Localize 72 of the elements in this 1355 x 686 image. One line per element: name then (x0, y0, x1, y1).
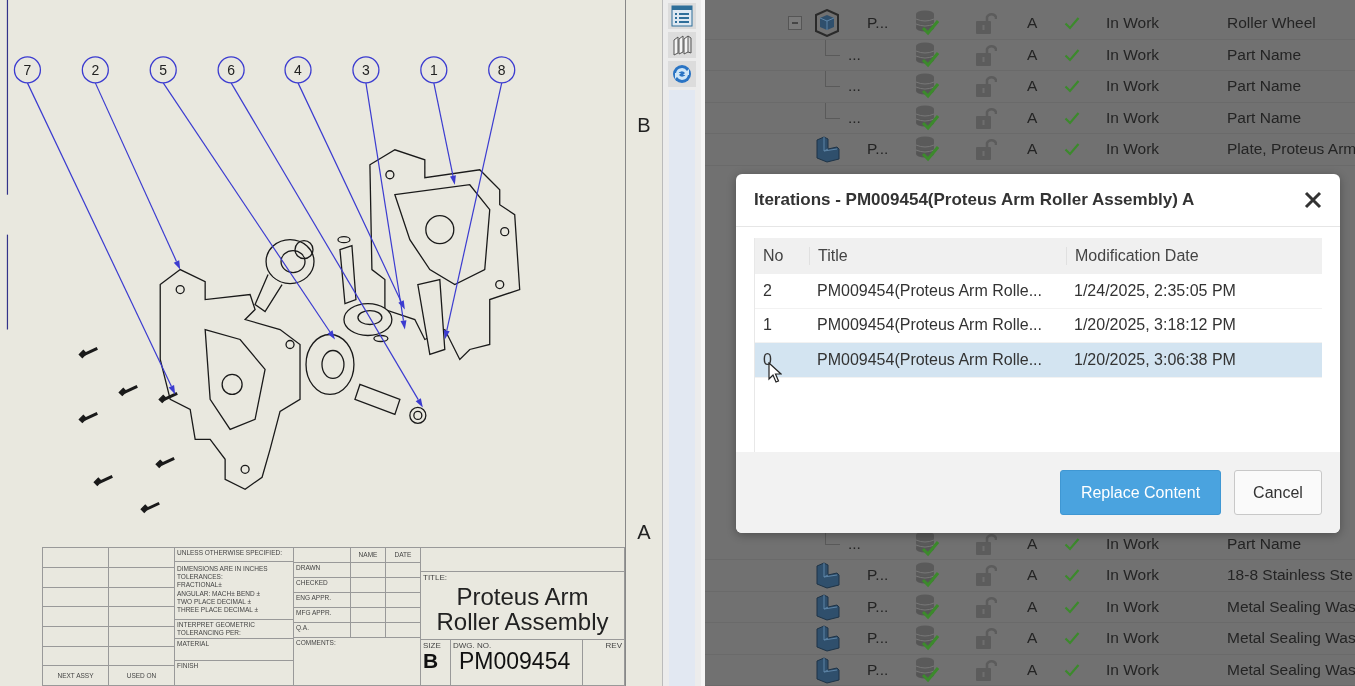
item-name: P... (867, 14, 889, 33)
status-text: In Work (1106, 597, 1160, 616)
dialog-title: Iterations - PM009454(Proteus Arm Roller Assembly) A (754, 190, 1195, 210)
zone-letter: A (637, 521, 651, 544)
item-name: P... (867, 566, 889, 585)
status-text: In Work (1106, 140, 1160, 159)
revision-text: A (1027, 629, 1038, 648)
revision-text: A (1027, 140, 1038, 159)
status-text: In Work (1106, 77, 1160, 96)
description-text: Metal Sealing Was (1227, 597, 1355, 616)
description-text: Plate, Proteus Arm (1227, 140, 1355, 159)
description-text: Metal Sealing Was (1227, 629, 1355, 648)
status-text: In Work (1106, 629, 1160, 648)
revision-text: A (1027, 597, 1038, 616)
table-cell-text: 1 (762, 316, 773, 335)
description-text: Part Name (1227, 45, 1302, 64)
column-header[interactable]: Title (809, 247, 1066, 265)
item-name: ... (848, 45, 861, 64)
description-text: Metal Sealing Was (1227, 660, 1355, 679)
table-cell-text: PM009454(Proteus Arm Rolle... (816, 350, 1043, 369)
revision-text: A (1027, 14, 1038, 33)
cancel-button[interactable]: Cancel (1234, 470, 1322, 515)
revision-text: A (1027, 566, 1038, 585)
description-text: Part Name (1227, 534, 1302, 553)
item-balloon: 2 (81, 56, 109, 84)
revision-text: A (1027, 77, 1038, 96)
table-cell-text: 2 (762, 281, 773, 300)
title-label: TITLE: (423, 573, 448, 583)
dwg-no-label: DWG. NO. (453, 641, 493, 651)
table-cell-text: 0 (762, 350, 773, 369)
column-header[interactable]: Modification Date (1066, 247, 1322, 265)
status-text: In Work (1106, 660, 1160, 679)
column-header[interactable]: No (755, 247, 809, 265)
item-name: ... (848, 77, 861, 96)
drawing-title: Proteus Arm Roller Assembly (435, 584, 610, 635)
item-name: P... (867, 140, 889, 159)
table-cell-text: 1/20/2025, 3:18:12 PM (1073, 316, 1237, 335)
rev-label: REV (605, 641, 622, 651)
table-cell-text: PM009454(Proteus Arm Rolle... (816, 316, 1043, 335)
revision-text: A (1027, 108, 1038, 127)
description-text: Roller Wheel (1227, 14, 1316, 33)
size-label: SIZE (423, 641, 442, 651)
status-text: In Work (1106, 45, 1160, 64)
item-name: ... (848, 534, 861, 553)
item-balloon: 8 (488, 56, 516, 84)
zone-letter: B (637, 114, 651, 137)
description-text: 18-8 Stainless Ste (1227, 566, 1353, 585)
table-cell-text: PM009454(Proteus Arm Rolle... (816, 281, 1043, 300)
item-balloon: 5 (149, 56, 177, 84)
item-balloon: 7 (13, 56, 42, 84)
drawing-number: PM009454 (459, 650, 572, 674)
iteration-row[interactable]: 0 PM009454(Proteus Arm Rolle... 1/20/2025, 3:06:38 PM (755, 343, 1322, 378)
item-name: P... (867, 660, 889, 679)
item-balloon: 6 (217, 56, 245, 84)
revision-text: A (1027, 660, 1038, 679)
table-cell-text: 1/20/2025, 3:06:38 PM (1073, 350, 1237, 369)
size-value: B (423, 650, 440, 672)
item-balloon: 1 (420, 56, 448, 84)
item-name: P... (867, 597, 889, 616)
revision-text: A (1027, 534, 1038, 553)
description-text: Part Name (1227, 77, 1302, 96)
item-name: P... (867, 629, 889, 648)
table-cell-text: 1/24/2025, 2:35:05 PM (1073, 281, 1237, 300)
item-name: ... (848, 108, 861, 127)
item-balloon: 3 (352, 56, 380, 84)
item-balloon: 4 (284, 56, 312, 84)
description-text: Part Name (1227, 108, 1302, 127)
status-text: In Work (1106, 534, 1160, 553)
status-text: In Work (1106, 566, 1160, 585)
status-text: In Work (1106, 108, 1160, 127)
revision-text: A (1027, 45, 1038, 64)
status-text: In Work (1106, 14, 1160, 33)
